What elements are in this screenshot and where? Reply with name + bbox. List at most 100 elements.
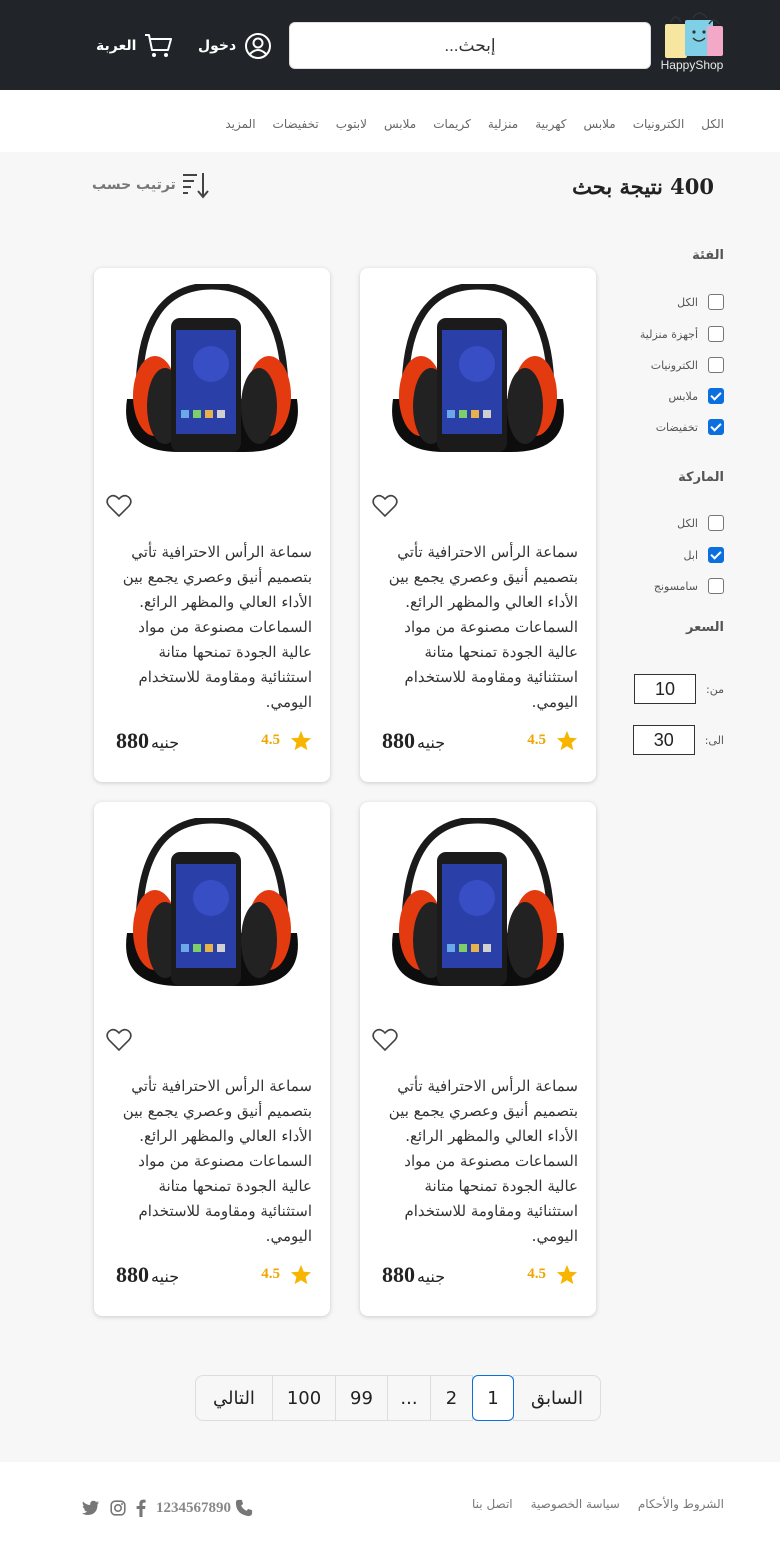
phone-number: 1234567890 — [156, 1499, 231, 1516]
price-to-label: الى: — [704, 733, 724, 747]
price-to-input[interactable]: 30 — [632, 725, 695, 755]
price-currency: جنيه — [417, 1267, 446, 1286]
filter-brand-apple[interactable]: ابل — [684, 547, 724, 563]
category-item-sales[interactable]: تخفيضات — [273, 117, 319, 131]
filter-category-all[interactable]: الكل — [677, 294, 724, 310]
heart-icon[interactable] — [106, 1028, 132, 1056]
product-price: 880 جنيه — [382, 728, 445, 754]
pagination: التالي 100 99 ... 2 1 السابق — [195, 1375, 601, 1421]
prev-page-button[interactable]: السابق — [513, 1375, 601, 1421]
price-value: 880 — [382, 728, 415, 753]
product-image[interactable] — [119, 282, 305, 474]
checkbox-label: الكل — [677, 295, 698, 309]
filter-brand-all[interactable]: الكل — [677, 515, 724, 531]
product-price: 880 جنيه — [116, 1262, 179, 1288]
filter-category-sales[interactable]: تخفيضات — [656, 419, 724, 435]
price-to-row: الى: 30 — [632, 725, 724, 755]
checkbox-label: أجهزة منزلية — [639, 327, 698, 341]
rating-value: 4.5 — [527, 1266, 546, 1282]
category-item-clothes-2[interactable]: ملابس — [384, 117, 416, 131]
checkbox[interactable] — [708, 515, 724, 531]
footer: الشروط والأحكام سياسة الخصوصية اتصل بنا … — [0, 1462, 780, 1553]
footer-social: 1234567890 — [82, 1499, 253, 1517]
category-item-clothes[interactable]: ملابس — [583, 117, 615, 131]
sort-label: ترتيب حسب — [92, 177, 176, 193]
heart-icon[interactable] — [372, 494, 398, 522]
logo-text: HappyShop — [660, 58, 724, 72]
facebook-icon[interactable] — [136, 1499, 146, 1517]
checkbox[interactable] — [708, 294, 724, 310]
sort-icon — [182, 173, 209, 199]
rating-value: 4.5 — [527, 732, 546, 748]
rating-value: 4.5 — [261, 732, 280, 748]
checkbox-checked[interactable] — [708, 388, 724, 404]
product-image[interactable] — [385, 282, 571, 474]
product-price: 880 جنيه — [116, 728, 179, 754]
product-card[interactable]: سماعة الرأس الاحترافية تأتي بتصميم أنيق … — [360, 268, 596, 782]
page-100[interactable]: 100 — [272, 1375, 336, 1421]
product-image[interactable] — [119, 816, 305, 1008]
headphones-phone-image — [392, 816, 564, 986]
category-nav: الكل الكترونيات ملابس كهربية منزلية كريم… — [0, 90, 780, 152]
checkbox[interactable] — [708, 578, 724, 594]
page-2[interactable]: 2 — [430, 1375, 473, 1421]
price-filter-title: السعر — [686, 620, 724, 635]
checkbox-checked[interactable] — [708, 419, 724, 435]
footer-link-terms[interactable]: الشروط والأحكام — [638, 1497, 724, 1511]
instagram-icon[interactable] — [110, 1500, 126, 1516]
page-99[interactable]: 99 — [335, 1375, 388, 1421]
checkbox[interactable] — [708, 357, 724, 373]
filter-brand-samsung[interactable]: سامسونج — [654, 578, 724, 594]
checkbox-checked[interactable] — [708, 547, 724, 563]
footer-link-contact[interactable]: اتصل بنا — [472, 1497, 513, 1511]
search-input[interactable] — [289, 22, 651, 69]
footer-link-privacy[interactable]: سياسة الخصوصية — [531, 1497, 620, 1511]
filter-category-clothes[interactable]: ملابس — [668, 388, 724, 404]
footer-phone[interactable]: 1234567890 — [156, 1499, 253, 1517]
price-from-input[interactable]: 10 — [634, 674, 697, 704]
top-header: HappyShop دخول العربة — [0, 0, 780, 90]
category-filter-title: الفئة — [692, 248, 724, 263]
happyshop-logo[interactable]: HappyShop — [657, 12, 727, 76]
filter-category-home-appliances[interactable]: أجهزة منزلية — [640, 326, 724, 342]
heart-icon[interactable] — [372, 1028, 398, 1056]
checkbox-label: ملابس — [668, 389, 698, 403]
login-button[interactable]: دخول — [198, 31, 272, 61]
category-item-all[interactable]: الكل — [701, 117, 724, 131]
brand-filter-title: الماركة — [678, 470, 724, 485]
star-icon — [556, 1264, 578, 1285]
category-item-electronics[interactable]: الكترونيات — [633, 117, 685, 131]
product-rating: 4.5 — [527, 730, 578, 751]
category-item-more[interactable]: المزيد — [225, 117, 255, 131]
category-list: الكل الكترونيات ملابس كهربية منزلية كريم… — [225, 117, 724, 131]
checkbox[interactable] — [708, 326, 724, 342]
category-item-laptop[interactable]: لابتوب — [336, 117, 367, 131]
price-value: 880 — [382, 1262, 415, 1287]
checkbox-label: ابل — [683, 548, 698, 562]
page-1-active[interactable]: 1 — [472, 1375, 514, 1421]
price-currency: جنيه — [417, 733, 446, 752]
cart-icon — [145, 34, 173, 57]
category-item-creams[interactable]: كريمات — [433, 117, 471, 131]
twitter-icon[interactable] — [82, 1500, 100, 1516]
category-item-home[interactable]: منزلية — [488, 117, 518, 131]
product-card[interactable]: سماعة الرأس الاحترافية تأتي بتصميم أنيق … — [360, 802, 596, 1316]
filter-category-electronics[interactable]: الكترونيات — [651, 357, 724, 373]
rating-value: 4.5 — [261, 1266, 280, 1282]
sort-button[interactable]: ترتيب حسب — [92, 170, 210, 200]
cart-button[interactable]: العربة — [96, 31, 173, 61]
price-value: 880 — [116, 1262, 149, 1287]
product-image[interactable] — [385, 816, 571, 1008]
checkbox-label: الكترونيات — [650, 358, 698, 372]
product-card[interactable]: سماعة الرأس الاحترافية تأتي بتصميم أنيق … — [94, 802, 330, 1316]
cart-label: العربة — [96, 38, 137, 54]
category-item-electrical[interactable]: كهربية — [535, 117, 566, 131]
headphones-phone-image — [392, 282, 564, 452]
product-card[interactable]: سماعة الرأس الاحترافية تأتي بتصميم أنيق … — [94, 268, 330, 782]
checkbox-label: الكل — [677, 516, 698, 530]
heart-icon[interactable] — [106, 494, 132, 522]
product-rating: 4.5 — [527, 1264, 578, 1285]
product-rating: 4.5 — [261, 730, 312, 751]
next-page-button[interactable]: التالي — [195, 1375, 273, 1421]
product-description: سماعة الرأس الاحترافية تأتي بتصميم أنيق … — [388, 543, 578, 711]
